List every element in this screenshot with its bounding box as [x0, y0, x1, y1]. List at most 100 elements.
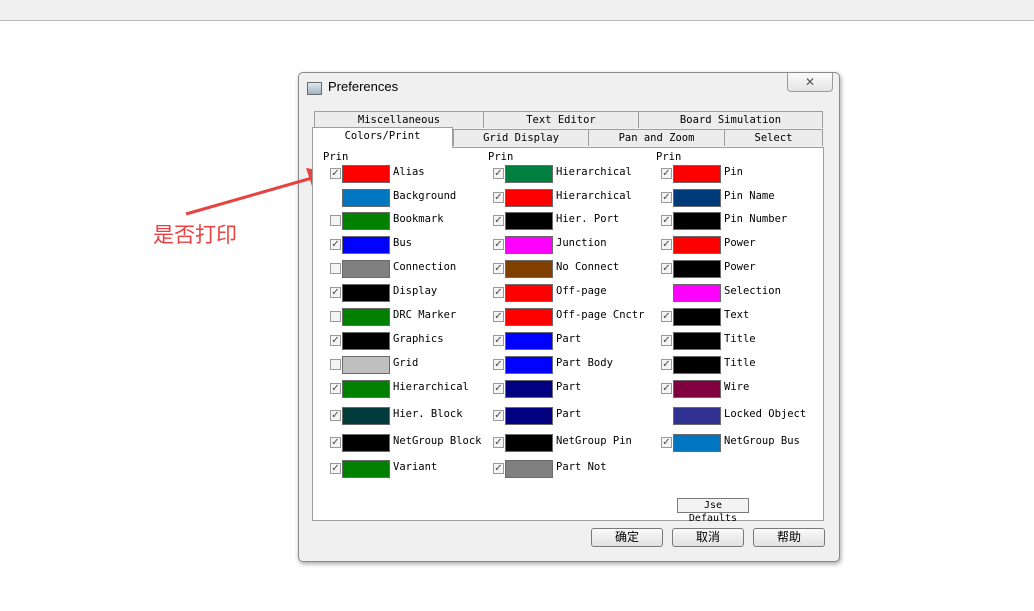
- color-swatch-button[interactable]: [673, 236, 721, 254]
- print-checkbox[interactable]: ✓: [493, 410, 504, 421]
- print-checkbox[interactable]: ✓: [493, 383, 504, 394]
- color-swatch-button[interactable]: [673, 260, 721, 278]
- print-checkbox[interactable]: ✓: [661, 383, 672, 394]
- color-swatch-button[interactable]: [673, 308, 721, 326]
- cancel-button[interactable]: 取消: [672, 528, 744, 547]
- print-checkbox[interactable]: ✓: [493, 463, 504, 474]
- color-item-label: Title: [724, 333, 756, 345]
- print-checkbox[interactable]: ✓: [493, 287, 504, 298]
- print-checkbox[interactable]: ✓: [661, 311, 672, 322]
- color-swatch-button[interactable]: [673, 380, 721, 398]
- print-checkbox[interactable]: [330, 311, 341, 322]
- color-swatch-button[interactable]: [342, 356, 390, 374]
- color-item-label: Graphics: [393, 333, 444, 345]
- color-swatch-button[interactable]: [673, 434, 721, 452]
- color-item-label: Selection: [724, 285, 781, 297]
- color-swatch-button[interactable]: [342, 260, 390, 278]
- print-checkbox[interactable]: [330, 215, 341, 226]
- color-swatch-button[interactable]: [673, 407, 721, 425]
- color-swatch-button[interactable]: [505, 434, 553, 452]
- dialog-titlebar[interactable]: Preferences ✕: [299, 73, 839, 101]
- ok-button[interactable]: 确定: [591, 528, 663, 547]
- tab-board-simulation[interactable]: Board Simulation: [638, 111, 823, 128]
- print-checkbox[interactable]: ✓: [330, 335, 341, 346]
- color-swatch-button[interactable]: [505, 407, 553, 425]
- tab-miscellaneous[interactable]: Miscellaneous: [314, 111, 484, 128]
- print-checkbox[interactable]: ✓: [330, 463, 341, 474]
- color-swatch-button[interactable]: [505, 284, 553, 302]
- print-checkbox[interactable]: ✓: [661, 239, 672, 250]
- print-checkbox[interactable]: ✓: [661, 168, 672, 179]
- color-swatch-button[interactable]: [342, 434, 390, 452]
- print-checkbox[interactable]: ✓: [330, 239, 341, 250]
- color-swatch-button[interactable]: [505, 212, 553, 230]
- print-checkbox[interactable]: ✓: [493, 335, 504, 346]
- print-checkbox[interactable]: ✓: [493, 192, 504, 203]
- print-checkbox[interactable]: ✓: [493, 239, 504, 250]
- color-swatch-button[interactable]: [342, 236, 390, 254]
- color-swatch-button[interactable]: [673, 189, 721, 207]
- color-swatch-button[interactable]: [342, 380, 390, 398]
- print-checkbox[interactable]: ✓: [493, 168, 504, 179]
- color-swatch-button[interactable]: [342, 308, 390, 326]
- print-checkbox[interactable]: ✓: [330, 410, 341, 421]
- color-swatch-button[interactable]: [342, 165, 390, 183]
- color-item-label: Part: [556, 381, 582, 393]
- close-button[interactable]: ✕: [787, 73, 833, 92]
- print-checkbox[interactable]: ✓: [661, 359, 672, 370]
- color-item-label: NetGroup Block: [393, 435, 482, 447]
- color-swatch-button[interactable]: [505, 460, 553, 478]
- print-checkbox[interactable]: [330, 263, 341, 274]
- print-checkbox[interactable]: ✓: [493, 311, 504, 322]
- print-checkbox[interactable]: ✓: [493, 437, 504, 448]
- print-checkbox[interactable]: [330, 359, 341, 370]
- tab-text-editor[interactable]: Text Editor: [483, 111, 639, 128]
- color-swatch-button[interactable]: [505, 332, 553, 350]
- color-item-label: Part: [556, 408, 582, 420]
- color-swatch-button[interactable]: [673, 165, 721, 183]
- color-swatch-button[interactable]: [342, 212, 390, 230]
- color-swatch-button[interactable]: [342, 460, 390, 478]
- color-item-label: Off-page Cnctr: [556, 309, 645, 321]
- preferences-dialog: Preferences ✕ Miscellaneous Text Editor …: [298, 72, 840, 562]
- print-checkbox[interactable]: ✓: [330, 383, 341, 394]
- color-swatch-button[interactable]: [673, 356, 721, 374]
- color-swatch-button[interactable]: [673, 212, 721, 230]
- print-checkbox[interactable]: ✓: [330, 437, 341, 448]
- color-item-label: Alias: [393, 166, 425, 178]
- print-checkbox[interactable]: ✓: [661, 192, 672, 203]
- color-item-label: Wire: [724, 381, 750, 393]
- color-swatch-button[interactable]: [342, 332, 390, 350]
- tab-grid-display[interactable]: Grid Display: [453, 129, 589, 146]
- color-swatch-button[interactable]: [342, 284, 390, 302]
- color-swatch-button[interactable]: [505, 189, 553, 207]
- color-swatch-button[interactable]: [505, 380, 553, 398]
- color-item-label: Hierarchical: [556, 190, 632, 202]
- tab-colors-print[interactable]: Colors/Print: [312, 127, 453, 148]
- tab-pan-and-zoom[interactable]: Pan and Zoom: [588, 129, 725, 146]
- color-swatch-button[interactable]: [505, 308, 553, 326]
- use-defaults-button[interactable]: Jse Defaults: [677, 498, 749, 524]
- color-item-label: Title: [724, 357, 756, 369]
- print-checkbox[interactable]: ✓: [493, 215, 504, 226]
- color-swatch-button[interactable]: [673, 284, 721, 302]
- color-swatch-button[interactable]: [342, 189, 390, 207]
- print-checkbox[interactable]: ✓: [493, 359, 504, 370]
- help-button[interactable]: 帮助: [753, 528, 825, 547]
- color-swatch-button[interactable]: [505, 236, 553, 254]
- color-swatch-button[interactable]: [505, 165, 553, 183]
- print-checkbox[interactable]: ✓: [661, 215, 672, 226]
- tab-select[interactable]: Select: [724, 129, 823, 146]
- color-swatch-button[interactable]: [342, 407, 390, 425]
- color-item-label: Background: [393, 190, 457, 202]
- print-checkbox[interactable]: ✓: [661, 437, 672, 448]
- color-item-label: Junction: [556, 237, 607, 249]
- color-swatch-button[interactable]: [505, 356, 553, 374]
- print-checkbox[interactable]: ✓: [493, 263, 504, 274]
- color-swatch-button[interactable]: [505, 260, 553, 278]
- color-swatch-button[interactable]: [673, 332, 721, 350]
- print-checkbox[interactable]: ✓: [330, 168, 341, 179]
- print-checkbox[interactable]: ✓: [661, 263, 672, 274]
- print-checkbox[interactable]: ✓: [330, 287, 341, 298]
- print-checkbox[interactable]: ✓: [661, 335, 672, 346]
